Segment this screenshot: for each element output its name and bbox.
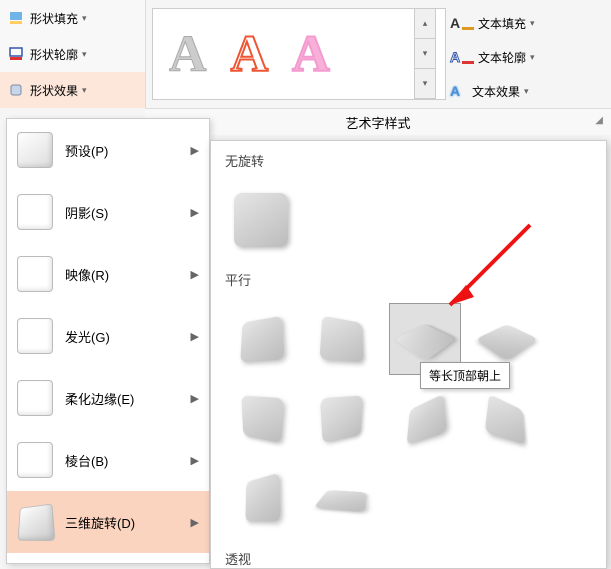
ribbon-group-footer: 艺术字样式 ◢ (145, 108, 611, 135)
submenu-label: 预设(P) (65, 141, 191, 160)
submenu-label: 映像(R) (65, 265, 191, 284)
submenu-label: 三维旋转(D) (65, 513, 191, 532)
submenu-label: 柔化边缘(E) (65, 389, 191, 408)
submenu-bevel[interactable]: 棱台(B) ▶ (7, 429, 209, 491)
submenu-shadow[interactable]: 阴影(S) ▶ (7, 181, 209, 243)
text-effects-icon: A (446, 82, 464, 100)
rotation-parallel-5[interactable] (225, 383, 297, 455)
outline-icon (8, 46, 24, 62)
underline-swatch (462, 61, 474, 64)
shape-tools-group: 形状填充 ▾ 形状轮廓 ▾ 形状效果 ▾ (0, 0, 146, 108)
rotation-parallel-9[interactable] (225, 463, 297, 535)
shadow-thumb-icon (17, 194, 53, 230)
shape-effects-submenu: 预设(P) ▶ 阴影(S) ▶ 映像(R) ▶ 发光(G) ▶ 柔化边缘(E) … (6, 118, 210, 564)
shape-effects-label: 形状效果 (30, 82, 78, 99)
chevron-right-icon: ▶ (191, 392, 199, 405)
wordart-preset-3[interactable]: A (292, 25, 330, 84)
section-parallel: 平行 (211, 260, 606, 299)
wordart-preset-2[interactable]: A (231, 25, 269, 84)
parallel-row-1 (211, 299, 606, 379)
chevron-right-icon: ▶ (191, 268, 199, 281)
dialog-launcher-icon[interactable]: ◢ (595, 115, 603, 126)
gallery-more-button[interactable]: ▾ (415, 69, 435, 99)
glow-thumb-icon (17, 318, 53, 354)
submenu-3d-rotation[interactable]: 三维旋转(D) ▶ (7, 491, 209, 553)
shape-outline-label: 形状轮廓 (30, 46, 78, 63)
section-perspective: 透视 (211, 539, 606, 569)
caret-icon: ▾ (82, 49, 87, 60)
effects-icon (8, 82, 24, 98)
parallel-row-3 (211, 459, 606, 539)
chevron-right-icon: ▶ (191, 330, 199, 343)
submenu-soft-edges[interactable]: 柔化边缘(E) ▶ (7, 367, 209, 429)
text-fill-button[interactable]: A 文本填充 ▾ (442, 6, 602, 40)
text-outline-label: 文本轮廓 (478, 49, 526, 66)
shape-outline-button[interactable]: 形状轮廓 ▾ (0, 36, 145, 72)
text-fill-label: 文本填充 (478, 15, 526, 32)
rotation-parallel-2[interactable] (307, 303, 379, 375)
text-effects-label: 文本效果 (472, 83, 520, 100)
ribbon-group-label: 艺术字样式 (345, 113, 410, 132)
chevron-right-icon: ▶ (191, 454, 199, 467)
gallery-down-button[interactable]: ▾ (415, 39, 435, 69)
rotation-parallel-1[interactable] (225, 303, 297, 375)
caret-icon: ▾ (82, 85, 87, 96)
underline-swatch (462, 27, 474, 30)
rotation-panel: 无旋转 平行 透视 (210, 140, 607, 569)
chevron-right-icon: ▶ (191, 516, 199, 529)
shape-fill-label: 形状填充 (30, 10, 78, 27)
chevron-right-icon: ▶ (191, 144, 199, 157)
submenu-label: 棱台(B) (65, 451, 191, 470)
fill-icon (8, 10, 24, 26)
caret-icon: ▾ (524, 86, 529, 97)
submenu-reflection[interactable]: 映像(R) ▶ (7, 243, 209, 305)
bevel-thumb-icon (17, 442, 53, 478)
rotation-parallel-7[interactable] (389, 383, 461, 455)
no-rotation-row (211, 180, 606, 260)
caret-icon: ▾ (530, 52, 535, 63)
rotation-tooltip: 等长顶部朝上 (420, 362, 510, 389)
soft-edges-thumb-icon (17, 380, 53, 416)
caret-icon: ▾ (82, 13, 87, 24)
preset-thumb-icon (17, 132, 53, 168)
rotation-parallel-8[interactable] (471, 383, 543, 455)
submenu-label: 阴影(S) (65, 203, 191, 222)
submenu-glow[interactable]: 发光(G) ▶ (7, 305, 209, 367)
rotation-none[interactable] (225, 184, 297, 256)
submenu-preset[interactable]: 预设(P) ▶ (7, 119, 209, 181)
rotation-thumb-icon (18, 503, 56, 541)
text-effects-button[interactable]: A 文本效果 ▾ (442, 74, 602, 108)
section-no-rotation: 无旋转 (211, 141, 606, 180)
gallery-up-button[interactable]: ▴ (415, 9, 435, 39)
reflection-thumb-icon (17, 256, 53, 292)
parallel-row-2 (211, 379, 606, 459)
wordart-gallery[interactable]: A A A (152, 8, 446, 100)
wordart-preset-1[interactable]: A (169, 25, 207, 84)
shape-fill-button[interactable]: 形状填充 ▾ (0, 0, 145, 36)
rotation-parallel-10[interactable] (307, 463, 379, 535)
chevron-right-icon: ▶ (191, 206, 199, 219)
caret-icon: ▾ (530, 18, 535, 29)
gallery-scroll: ▴ ▾ ▾ (414, 8, 436, 100)
text-outline-button[interactable]: A 文本轮廓 ▾ (442, 40, 602, 74)
text-tools-group: A 文本填充 ▾ A 文本轮廓 ▾ A 文本效果 ▾ (442, 6, 602, 108)
submenu-label: 发光(G) (65, 327, 191, 346)
rotation-parallel-6[interactable] (307, 383, 379, 455)
shape-effects-button[interactable]: 形状效果 ▾ (0, 72, 145, 108)
